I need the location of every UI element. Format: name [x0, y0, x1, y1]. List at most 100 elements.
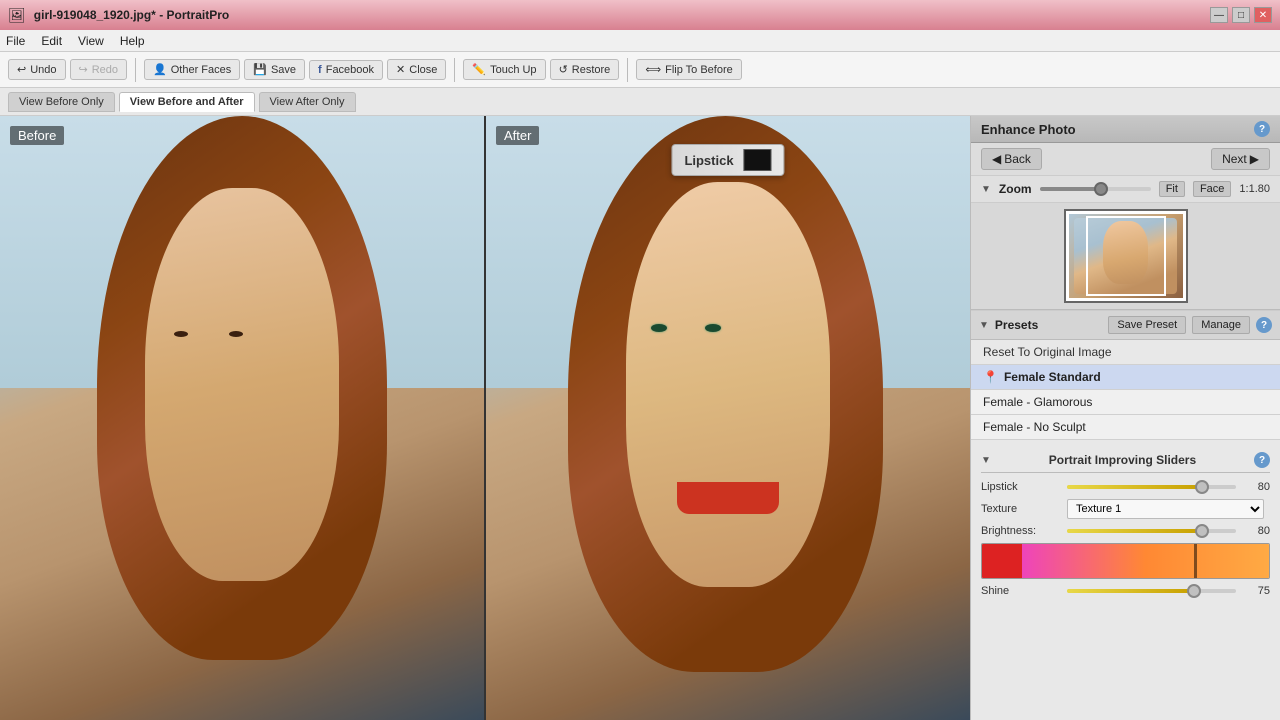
after-right-eye — [705, 324, 721, 332]
lipstick-slider-fill — [1067, 485, 1202, 489]
after-mouth — [677, 482, 779, 514]
before-panel: Before — [0, 116, 486, 720]
menu-view[interactable]: View — [78, 34, 104, 48]
facebook-icon: f — [318, 64, 322, 76]
after-left-eye — [651, 324, 667, 332]
shine-slider-track[interactable] — [1067, 589, 1236, 593]
after-lips — [677, 482, 779, 514]
after-portrait-overlay — [486, 116, 970, 720]
undo-button[interactable]: ↩ Undo — [8, 59, 66, 80]
lipstick-slider-row: Lipstick 80 — [981, 481, 1270, 493]
texture-row: Texture Texture 1 — [981, 499, 1270, 519]
lipstick-popup: Lipstick — [671, 144, 784, 176]
enhance-title: Enhance Photo — [981, 122, 1076, 137]
presets-title: Presets — [995, 318, 1102, 332]
zoom-thumb[interactable] — [1094, 182, 1108, 196]
presets-help-icon[interactable]: ? — [1256, 317, 1272, 333]
shine-slider-value: 75 — [1242, 585, 1270, 597]
save-preset-button[interactable]: Save Preset — [1108, 316, 1186, 334]
lipstick-slider-thumb[interactable] — [1195, 480, 1209, 494]
preset-female-glamorous[interactable]: Female - Glamorous — [971, 390, 1280, 415]
brightness-slider-track[interactable] — [1067, 529, 1236, 533]
restore-button[interactable]: ↺ Restore — [550, 59, 620, 80]
manage-presets-button[interactable]: Manage — [1192, 316, 1250, 334]
other-faces-icon: 👤 — [153, 63, 167, 76]
preset-reset[interactable]: Reset To Original Image — [971, 340, 1280, 365]
before-portrait-bg — [0, 116, 484, 720]
tab-view-after-only[interactable]: View After Only — [259, 92, 356, 112]
tab-view-before-after[interactable]: View Before and After — [119, 92, 255, 112]
sliders-help-icon[interactable]: ? — [1254, 452, 1270, 468]
close-photo-button[interactable]: ✕ Close — [387, 59, 446, 80]
fit-button[interactable]: Fit — [1159, 181, 1185, 197]
toolbar: ↩ Undo ↪ Redo 👤 Other Faces 💾 Save f Fac… — [0, 52, 1280, 88]
maximize-button[interactable]: □ — [1232, 7, 1250, 23]
presets-header: ▼ Presets Save Preset Manage ? — [971, 310, 1280, 340]
save-icon: 💾 — [253, 63, 267, 76]
menu-help[interactable]: Help — [120, 34, 145, 48]
flip-icon: ⟺ — [645, 63, 661, 76]
before-left-eye — [174, 331, 188, 337]
close-photo-icon: ✕ — [396, 63, 405, 76]
before-eyes — [174, 314, 310, 353]
redo-button[interactable]: ↪ Redo — [70, 59, 128, 80]
touch-up-button[interactable]: ✏️ Touch Up — [463, 59, 545, 80]
zoom-collapse-arrow[interactable]: ▼ — [981, 184, 991, 195]
minimize-button[interactable]: — — [1210, 7, 1228, 23]
title-bar: 🖼 girl-919048_1920.jpg* - PortraitPro — … — [0, 0, 1280, 30]
texture-select[interactable]: Texture 1 — [1067, 499, 1264, 519]
save-button[interactable]: 💾 Save — [244, 59, 305, 80]
zoom-row: ▼ Zoom Fit Face 1:1.80 — [971, 176, 1280, 203]
presets-collapse-arrow[interactable]: ▼ — [979, 320, 989, 331]
menu-file[interactable]: File — [6, 34, 25, 48]
nav-row: ◀ Back Next ▶ — [971, 143, 1280, 176]
next-arrow-icon: ▶ — [1250, 152, 1259, 166]
next-button[interactable]: Next ▶ — [1211, 148, 1270, 170]
shine-slider-fill — [1067, 589, 1194, 593]
thumbnail-container — [1066, 211, 1186, 301]
color-strip-red — [982, 544, 1022, 578]
brightness-slider-row: Brightness: 80 — [981, 525, 1270, 537]
before-portrait-overlay — [0, 116, 484, 720]
after-face — [626, 182, 829, 587]
color-cursor — [1194, 544, 1197, 578]
sliders-collapse-arrow[interactable]: ▼ — [981, 455, 991, 466]
menu-bar: File Edit View Help — [0, 30, 1280, 52]
window-controls: — □ ✕ — [1210, 7, 1272, 23]
brightness-slider-thumb[interactable] — [1195, 524, 1209, 538]
after-panel: After Lipstick — [486, 116, 970, 720]
toolbar-separator-1 — [135, 58, 136, 82]
thumbnail-area — [971, 203, 1280, 310]
brightness-slider-value: 80 — [1242, 525, 1270, 537]
face-button[interactable]: Face — [1193, 181, 1231, 197]
main-content: Before — [0, 116, 1280, 720]
facebook-button[interactable]: f Facebook — [309, 60, 383, 80]
preset-female-no-sculpt[interactable]: Female - No Sculpt — [971, 415, 1280, 440]
toolbar-separator-3 — [627, 58, 628, 82]
lipstick-color-swatch[interactable] — [744, 149, 772, 171]
color-strip[interactable] — [981, 543, 1270, 579]
other-faces-button[interactable]: 👤 Other Faces — [144, 59, 240, 80]
close-window-button[interactable]: ✕ — [1254, 7, 1272, 23]
before-face — [145, 188, 339, 581]
undo-icon: ↩ — [17, 63, 26, 76]
preset-pin-icon: 📍 — [983, 370, 998, 384]
app-icon: 🖼 — [8, 7, 26, 24]
shine-label: Shine — [981, 585, 1061, 597]
thumbnail-selection-box — [1086, 216, 1166, 296]
shine-slider-thumb[interactable] — [1187, 584, 1201, 598]
sliders-header: ▼ Portrait Improving Sliders ? — [981, 448, 1270, 473]
preset-female-standard[interactable]: 📍 Female Standard — [971, 365, 1280, 390]
after-label: After — [496, 126, 539, 145]
toolbar-separator-2 — [454, 58, 455, 82]
presets-section: ▼ Presets Save Preset Manage ? Reset To … — [971, 310, 1280, 440]
after-eyes — [651, 304, 803, 353]
before-label: Before — [10, 126, 64, 145]
back-button[interactable]: ◀ Back — [981, 148, 1042, 170]
lipstick-slider-track[interactable] — [1067, 485, 1236, 489]
zoom-slider[interactable] — [1040, 187, 1151, 191]
flip-to-before-button[interactable]: ⟺ Flip To Before — [636, 59, 741, 80]
menu-edit[interactable]: Edit — [41, 34, 62, 48]
enhance-help-icon[interactable]: ? — [1254, 121, 1270, 137]
tab-view-before-only[interactable]: View Before Only — [8, 92, 115, 112]
